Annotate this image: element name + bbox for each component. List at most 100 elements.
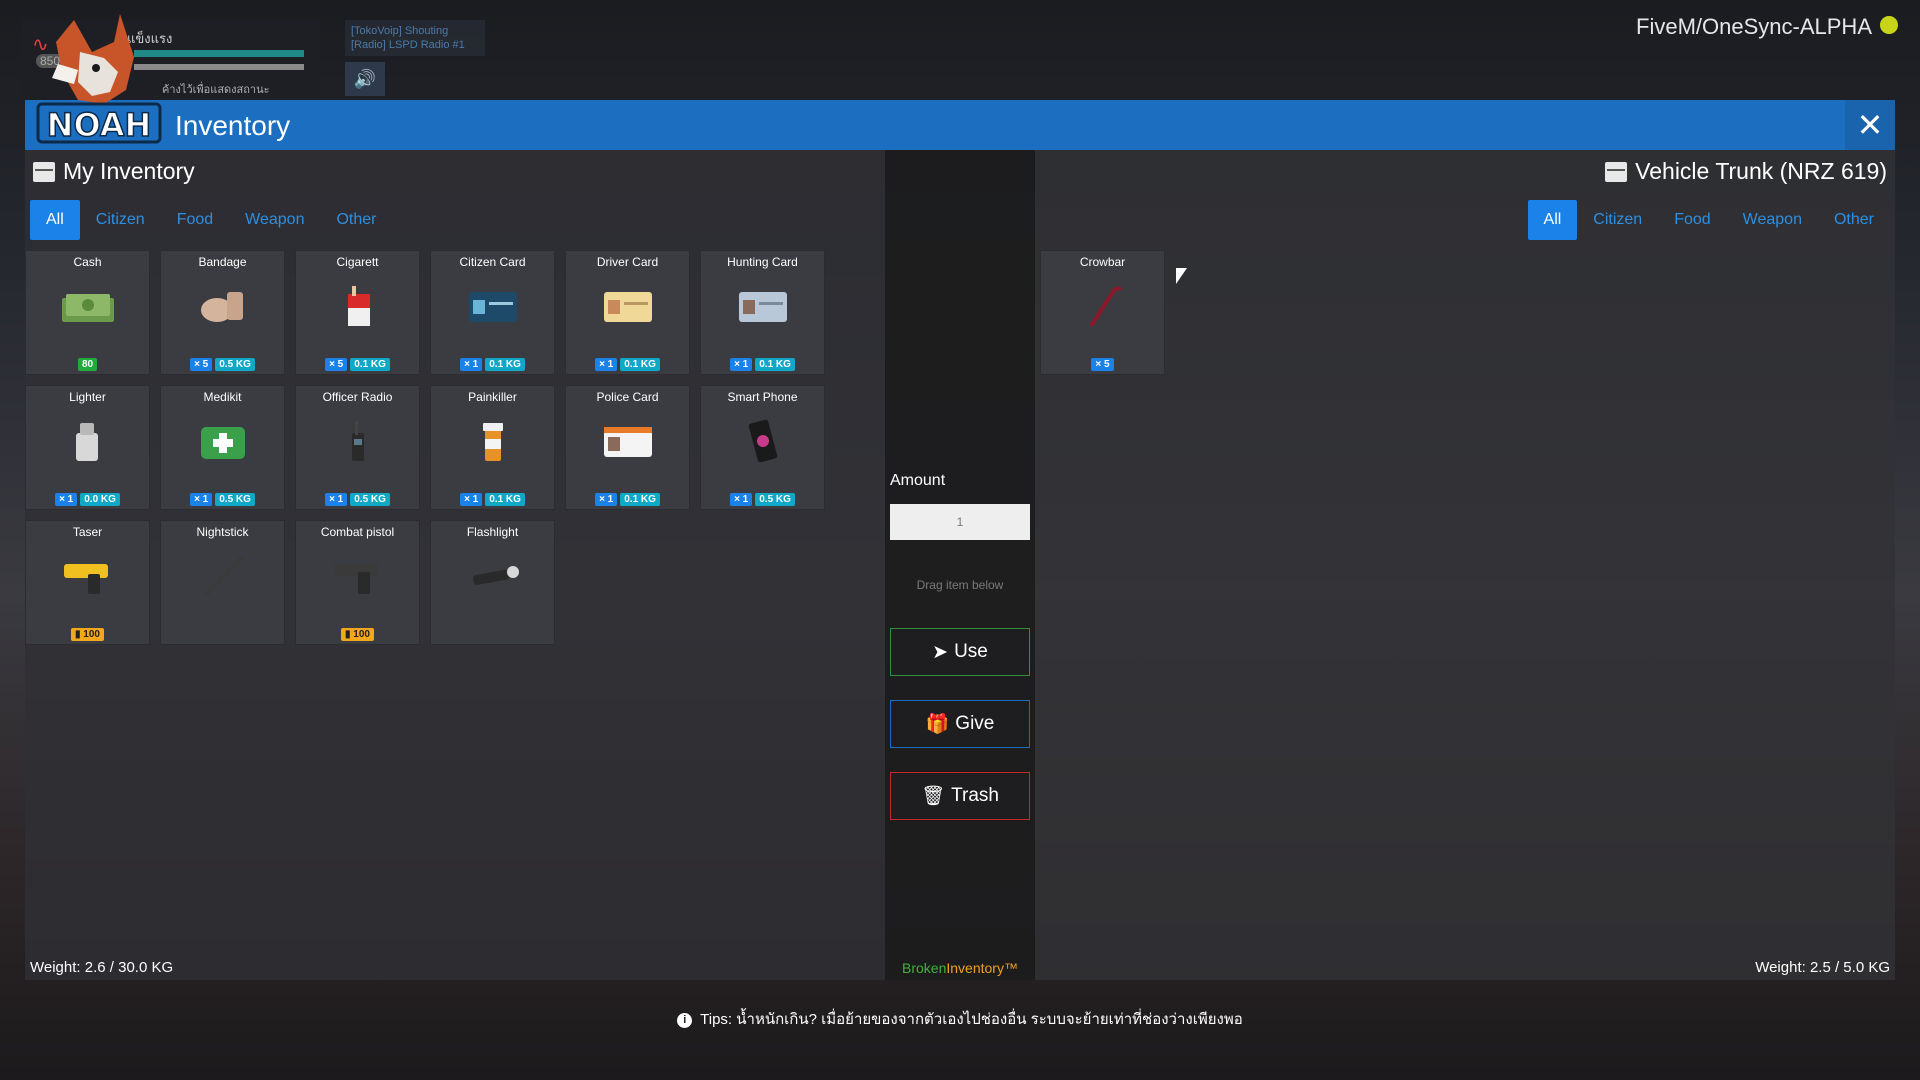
pistol-icon: [328, 551, 388, 601]
item-cash-badge: 80: [77, 358, 98, 371]
police-card-icon: [598, 416, 658, 466]
item-name: Hunting Card: [727, 255, 798, 269]
item-weight-badge: 0.0 KG: [80, 493, 120, 506]
right-tab-food[interactable]: Food: [1658, 200, 1726, 240]
item-count-badge: × 1: [730, 493, 753, 506]
my-inventory-header: My Inventory: [33, 158, 195, 185]
my-inventory-slot-driver-card[interactable]: Driver Card × 1 0.1 KG: [565, 250, 690, 375]
citizen-card-icon: [463, 281, 523, 331]
server-status-icon: [1880, 16, 1898, 34]
radio-icon: [328, 416, 388, 466]
right-tab-all[interactable]: All: [1527, 200, 1578, 240]
trash-button[interactable]: 🗑 Trash: [890, 772, 1030, 820]
item-weight-badge: 0.1 KG: [350, 358, 390, 371]
my-inventory-slot-cash[interactable]: Cash 80: [25, 250, 150, 375]
item-count-badge: × 1: [460, 358, 483, 371]
give-button[interactable]: 🎁 Give: [890, 700, 1030, 748]
item-count-badge: × 1: [460, 493, 483, 506]
use-label: Use: [954, 641, 988, 662]
my-inventory-slot-bandage[interactable]: Bandage × 5 0.5 KG: [160, 250, 285, 375]
item-badges: × 5 0.5 KG: [161, 358, 284, 371]
action-panel: Amount Drag item below ➤ Use 🎁 Give 🗑 Tr…: [885, 150, 1035, 980]
item-weight-badge: 0.1 KG: [620, 493, 660, 506]
item-badges: 80: [26, 358, 149, 371]
item-badges: × 5: [1041, 358, 1164, 371]
painkiller-icon: [463, 416, 523, 466]
cigarette-icon: [328, 281, 388, 331]
archive-icon: [33, 161, 55, 182]
right-tab-other[interactable]: Other: [1818, 200, 1890, 240]
item-badges: × 1 0.1 KG: [566, 358, 689, 371]
item-badges: ▮ 100: [296, 628, 419, 641]
item-count-badge: × 1: [55, 493, 78, 506]
amount-input[interactable]: [890, 504, 1030, 540]
item-count-badge: × 1: [595, 358, 618, 371]
brand-part-1: Broken: [902, 960, 947, 976]
trunk-header: Vehicle Trunk (NRZ 619): [1605, 158, 1887, 185]
my-inventory-slot-officer-radio[interactable]: Officer Radio × 1 0.5 KG: [295, 385, 420, 510]
item-name: Driver Card: [596, 255, 659, 269]
left-tab-other[interactable]: Other: [320, 200, 392, 240]
my-inventory-slot-medikit[interactable]: Medikit × 1 0.5 KG: [160, 385, 285, 510]
item-count-badge: × 1: [595, 493, 618, 506]
right-tab-citizen[interactable]: Citizen: [1577, 200, 1658, 240]
trash-label: Trash: [951, 785, 999, 806]
hud-hint-text: ค้างไว้เพื่อแสดงสถานะ: [162, 84, 270, 96]
item-weight-badge: 0.5 KG: [755, 493, 795, 506]
inventory-window: Inventory ✕ My Inventory All Citizen Food W…: [25, 100, 1895, 980]
my-inventory-slot-combat-pistol[interactable]: Combat pistol ▮ 100: [295, 520, 420, 645]
my-inventory-title: My Inventory: [63, 158, 195, 184]
item-badges: × 1 0.0 KG: [26, 493, 149, 506]
left-tab-all[interactable]: All: [30, 200, 80, 240]
my-inventory-slot-police-card[interactable]: Police Card × 1 0.1 KG: [565, 385, 690, 510]
taser-icon: [58, 551, 118, 601]
item-name: Medikit: [203, 390, 242, 404]
brand-part-2: Inventory™: [946, 960, 1018, 976]
brand-label: BrokenInventory™: [885, 960, 1035, 976]
trash-icon: 🗑: [921, 786, 946, 807]
left-tab-citizen[interactable]: Citizen: [80, 200, 161, 240]
bandage-icon: [193, 281, 253, 331]
item-name: Cigarett: [336, 255, 379, 269]
item-count-badge: × 1: [730, 358, 753, 371]
left-tab-bar: All Citizen Food Weapon Other: [30, 200, 392, 240]
my-inventory-slot-lighter[interactable]: Lighter × 1 0.0 KG: [25, 385, 150, 510]
item-name: Flashlight: [466, 525, 519, 539]
voip-status: [TokoVoip] Shouting [Radio] LSPD Radio #…: [345, 20, 485, 56]
voip-line-2: [Radio] LSPD Radio #1: [351, 39, 465, 51]
nightstick-icon: [193, 551, 253, 601]
driver-card-icon: [598, 281, 658, 331]
medikit-icon: [193, 416, 253, 466]
item-name: Cash: [73, 255, 102, 269]
my-inventory-slot-flashlight[interactable]: Flashlight: [430, 520, 555, 645]
my-inventory-slot-taser[interactable]: Taser ▮ 100: [25, 520, 150, 645]
item-count-badge: × 5: [325, 358, 348, 371]
my-inventory-slot-painkiller[interactable]: Painkiller × 1 0.1 KG: [430, 385, 555, 510]
item-badges: × 1 0.1 KG: [431, 493, 554, 506]
my-inventory-slot-smart-phone[interactable]: Smart Phone × 1 0.5 KG: [700, 385, 825, 510]
right-tab-bar: All Citizen Food Weapon Other: [1527, 200, 1890, 240]
left-tab-weapon[interactable]: Weapon: [229, 200, 320, 240]
speaker-icon: 🔊: [345, 62, 385, 96]
logo-text: NOAH: [47, 106, 152, 144]
my-inventory-slot-nightstick[interactable]: Nightstick: [160, 520, 285, 645]
my-inventory-slot-cigarett[interactable]: Cigarett × 5 0.1 KG: [295, 250, 420, 375]
my-inventory-panel: My Inventory All Citizen Food Weapon Other C…: [25, 150, 885, 980]
close-button[interactable]: ✕: [1845, 100, 1895, 150]
title-bar: Inventory ✕: [25, 100, 1895, 150]
trunk-slot-crowbar[interactable]: Crowbar × 5: [1040, 250, 1165, 375]
item-name: Police Card: [596, 390, 659, 404]
item-badges: × 1 0.1 KG: [566, 493, 689, 506]
item-weight-badge: 0.1 KG: [485, 358, 525, 371]
archive-icon: [1605, 161, 1628, 182]
right-tab-weapon[interactable]: Weapon: [1727, 200, 1818, 240]
my-inventory-slot-hunting-card[interactable]: Hunting Card × 1 0.1 KG: [700, 250, 825, 375]
left-tab-food[interactable]: Food: [161, 200, 229, 240]
window-title: Inventory: [175, 110, 291, 141]
item-count-badge: × 1: [190, 493, 213, 506]
my-inventory-slot-citizen-card[interactable]: Citizen Card × 1 0.1 KG: [430, 250, 555, 375]
item-name: Taser: [72, 525, 103, 539]
use-button[interactable]: ➤ Use: [890, 628, 1030, 676]
gift-icon: 🎁: [925, 714, 950, 735]
item-badges: × 1 0.5 KG: [701, 493, 824, 506]
